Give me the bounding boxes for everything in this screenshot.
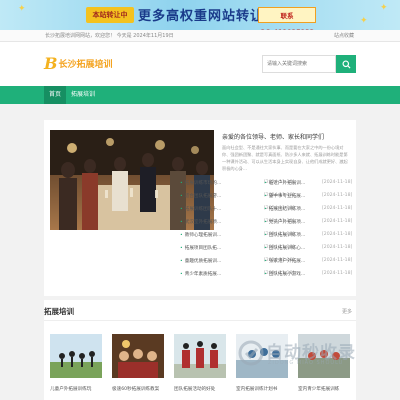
card-caption: 室内青少年拓展训练 [298, 387, 340, 392]
info-bar: 长沙拓展培训网网站，欢迎您！ 今天是 2024年11月19日 站点收藏 [0, 30, 400, 42]
logo-mark: B [44, 54, 58, 73]
favorite-link[interactable]: 站点收藏 [334, 32, 354, 39]
card-caption: 室内拓展训练计划书 [236, 387, 278, 392]
site-header: B 长沙拓展培训 [0, 42, 400, 86]
star-icon: ✦ [380, 3, 388, 13]
banner-tag: 本站转让中 [86, 7, 134, 23]
article-card[interactable]: 团队拓展活动的好处 [174, 334, 226, 392]
list-item[interactable]: • 拓展训练团队十... [2024-11-18] [180, 206, 294, 215]
welcome-text: 长沙拓展培训网网站，欢迎您！ 今天是 2024年11月19日 [45, 33, 174, 39]
promo-banner[interactable]: ✦ ✦ ✦ 本站转让中 更多高权重网站转让 联系QQ:411025133 [0, 0, 400, 30]
featured-panel: 亲爱的各位领导、老师、家长和同学们 面向社会型、不是通往大家伙事、而是要在大家之… [44, 120, 356, 296]
list-item[interactable]: • 童趣优质拓展训... [2024-11-18] [180, 258, 294, 267]
search-input[interactable] [262, 55, 336, 73]
nav-item-training[interactable]: 拓展培训 [68, 86, 98, 104]
article-card[interactable]: 极速60秒拓展训练教案 [112, 334, 164, 392]
banner-contact: 联系QQ:411025133 [258, 7, 316, 30]
list-item[interactable]: • 适合团队拓展游... [2024-11-18] [180, 193, 294, 202]
more-link[interactable]: 更多 [342, 308, 352, 315]
site-logo[interactable]: B 长沙拓展培训 [44, 54, 113, 73]
section-title: 拓展培训 [44, 307, 74, 316]
search-button[interactable] [336, 55, 356, 73]
logo-text: 长沙拓展培训 [58, 60, 113, 70]
star-icon: ✦ [18, 4, 26, 14]
list-item[interactable]: • 青少年素质拓展... [2024-11-18] [180, 271, 294, 280]
card-caption: 团队拓展活动的好处 [174, 387, 216, 392]
watermark-logo-icon [238, 340, 264, 366]
card-image [174, 334, 226, 378]
card-caption: 极速60秒拓展训练教案 [112, 387, 160, 392]
intro-text: 面向社会型、不是通往大家伙事、而是要在大家之中的一份心境对你、强团新团聚、就是写… [222, 145, 348, 171]
section-divider [44, 320, 356, 321]
search-icon [341, 59, 351, 69]
list-item[interactable]: • 武汉室外拓展项... [2024-11-18] [180, 219, 294, 228]
nav-item-home[interactable]: 首页 [44, 86, 66, 104]
main-nav: 首页 拓展培训 [0, 86, 400, 104]
list-item[interactable]: • 团队拓展训练心... [2024-11-18] [264, 245, 352, 254]
intro-title[interactable]: 亲爱的各位领导、老师、家长和同学们 [222, 132, 324, 141]
list-item[interactable]: • 肇中事专业拓展... [2024-11-18] [264, 193, 352, 202]
watermark-subtext: ZIDONG MIAO SHOULU [268, 360, 344, 366]
list-item[interactable]: • 党员户外拓展项... [2024-11-18] [264, 219, 352, 228]
banner-headline: 更多高权重网站转让 [138, 9, 265, 24]
card-image [50, 334, 102, 378]
list-item[interactable]: • 张家港户外拓展... [2024-11-18] [264, 258, 352, 267]
article-card[interactable]: 儿童户外拓展训练玩 [50, 334, 102, 392]
list-item[interactable]: • 拓展团结训练项... [2024-11-18] [264, 206, 352, 215]
list-item[interactable]: • 团队拓展训练项... [2024-11-18] [264, 232, 352, 241]
list-item[interactable]: • 拓展训练市场的... [2024-11-18] [180, 180, 294, 189]
list-item[interactable]: • 拓展项目团队拓... [2024-11-18] [180, 245, 294, 254]
card-caption: 儿童户外拓展训练玩 [50, 387, 92, 392]
card-image [112, 334, 164, 378]
star-icon: ✦ [360, 16, 368, 26]
list-item[interactable]: • 临近户外拓展训... [2024-11-18] [264, 180, 352, 189]
watermark: 自动秒收录 ZIDONG MIAO SHOULU [236, 336, 386, 376]
list-item[interactable]: • 教师心理拓展训... [2024-11-18] [180, 232, 294, 241]
list-item[interactable]: • 团队拓展小游戏... [2024-11-18] [264, 271, 352, 280]
